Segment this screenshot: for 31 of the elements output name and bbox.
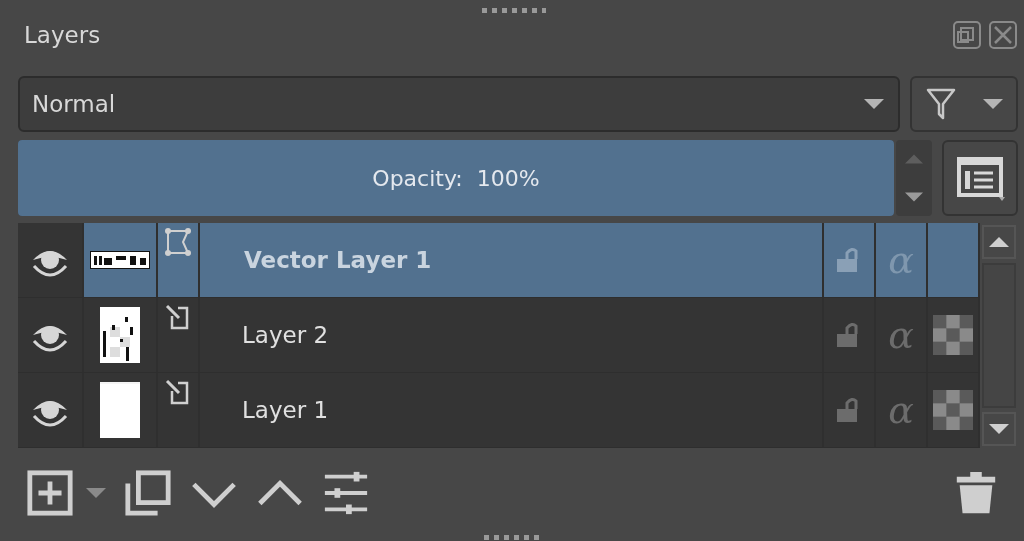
checkerboard-icon[interactable] [933, 390, 973, 430]
scroll-up-icon[interactable] [982, 225, 1016, 259]
add-layer-icon[interactable] [26, 469, 74, 517]
alpha-lock-toggle[interactable]: α [888, 391, 914, 429]
caret-icon[interactable] [86, 488, 106, 498]
scroll-down-icon[interactable] [982, 412, 1016, 446]
drag-handle-icon[interactable] [482, 8, 546, 13]
close-icon[interactable] [988, 20, 1018, 50]
filter-icon [925, 87, 956, 121]
spin-down-icon[interactable] [905, 192, 923, 202]
caret-icon [864, 99, 884, 109]
opacity-label: Opacity: [372, 165, 463, 191]
layer-row[interactable]: Layer 1 α [18, 373, 980, 448]
checkerboard-icon[interactable] [933, 315, 973, 355]
sliders-icon[interactable] [322, 469, 370, 517]
opacity-slider[interactable]: Opacity: 100% [18, 140, 894, 216]
opacity-value: 100% [476, 165, 540, 191]
properties-button[interactable] [942, 140, 1018, 216]
duplicate-icon[interactable] [124, 469, 172, 517]
layer-name: Vector Layer 1 [244, 247, 432, 273]
blend-mode-dropdown[interactable]: Normal [18, 76, 900, 132]
filter-button[interactable] [910, 76, 1018, 132]
vector-shape-icon [163, 227, 193, 257]
docker-title: Layers [24, 22, 101, 48]
float-icon[interactable] [952, 20, 982, 50]
layer-row[interactable]: Layer 2 α [18, 298, 980, 373]
caret-icon [982, 99, 1003, 109]
layer-name: Layer 1 [242, 397, 329, 423]
layer-name: Layer 2 [242, 322, 329, 348]
alpha-lock-toggle[interactable]: α [888, 316, 914, 354]
scrollbar[interactable] [980, 223, 1018, 448]
